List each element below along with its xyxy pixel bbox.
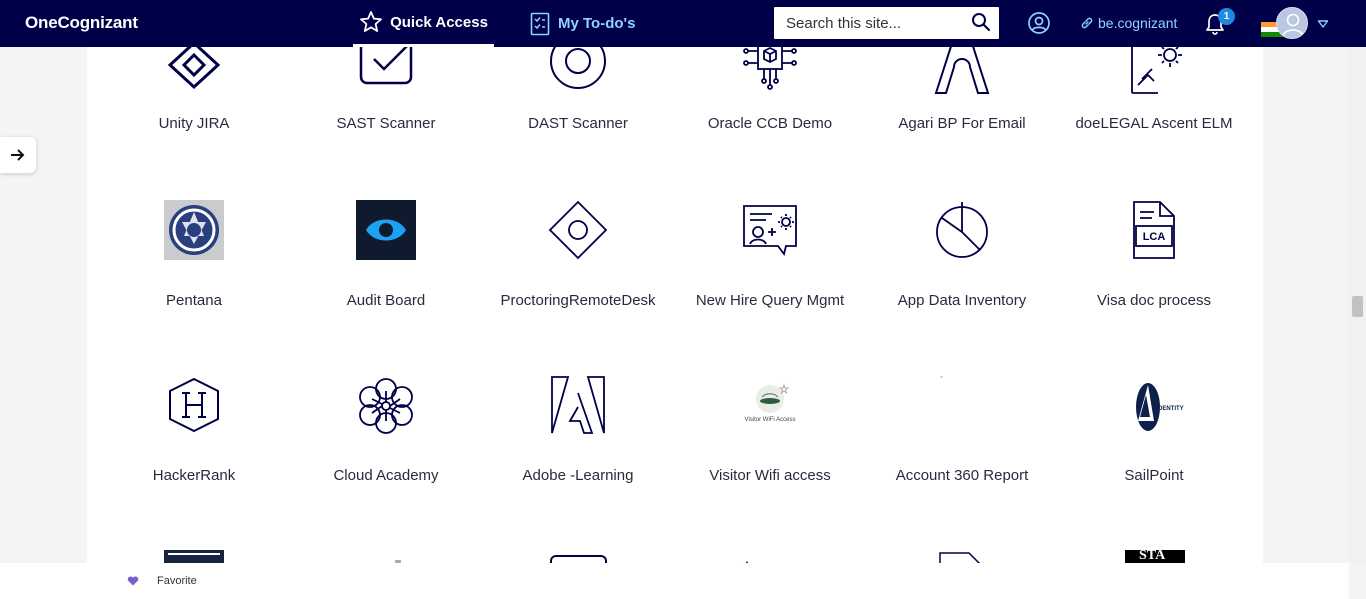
- partial-tile-1[interactable]: [164, 550, 224, 563]
- tile-new-hire-query[interactable]: New Hire Query Mgmt: [674, 200, 866, 320]
- tile-sailpoint[interactable]: IDENTITY SailPoint: [1058, 375, 1250, 495]
- tile-visitor-wifi[interactable]: Visitor WiFi Access Visitor Wifi access: [674, 375, 866, 495]
- circuit-cube-icon: [740, 47, 800, 95]
- search-input[interactable]: [774, 8, 959, 38]
- diamond-icon: [164, 47, 224, 95]
- arch-icon: [932, 47, 992, 95]
- tile-pentana[interactable]: Pentana: [98, 200, 290, 320]
- tile-label: Adobe -Learning: [522, 467, 634, 484]
- tile-label: Agari BP For Email: [898, 115, 1026, 132]
- quick-access-tab[interactable]: Quick Access: [353, 0, 494, 47]
- tile-label: App Data Inventory: [897, 292, 1027, 309]
- scrollbar-thumb[interactable]: [1352, 296, 1363, 317]
- favorite-button[interactable]: Favorite: [127, 575, 197, 587]
- tile-proctoring-remote-desk[interactable]: ProctoringRemoteDesk: [482, 200, 674, 320]
- visitor-wifi-caption: Visitor WiFi Access: [745, 417, 796, 423]
- lca-document-icon: LCA: [1124, 200, 1184, 260]
- tile-label: Cloud Academy: [333, 467, 439, 484]
- checkbox-icon: [356, 47, 416, 95]
- brand-logo[interactable]: OneCognizant: [25, 13, 138, 33]
- tile-label: DAST Scanner: [528, 115, 628, 132]
- sta-text: STA: [1139, 550, 1166, 563]
- tile-app-data-inventory[interactable]: App Data Inventory: [866, 200, 1058, 320]
- favorite-label: Favorite: [157, 575, 197, 587]
- tile-agari-bp[interactable]: Agari BP For Email: [866, 47, 1058, 135]
- diamond-circle-icon: [548, 200, 608, 260]
- tile-label: Unity JIRA: [158, 115, 230, 132]
- pentana-logo: [164, 200, 224, 260]
- tile-label: Account 360 Report: [895, 467, 1029, 484]
- partial-tile-6[interactable]: STA: [1125, 550, 1185, 563]
- partial-tile-3[interactable]: [550, 555, 607, 563]
- tile-label: Oracle CCB Demo: [707, 115, 833, 132]
- heart-icon: [127, 576, 139, 586]
- tile-visa-doc-process[interactable]: LCA Visa doc process: [1058, 200, 1250, 320]
- tile-unity-jira[interactable]: Unity JIRA: [98, 47, 290, 135]
- tile-account-360-report[interactable]: Account 360 Report: [866, 375, 1058, 495]
- tile-sast-scanner[interactable]: SAST Scanner: [290, 47, 482, 135]
- todo-list-icon: [530, 12, 550, 35]
- account-360-icon: [932, 375, 992, 435]
- tile-label: HackerRank: [152, 467, 236, 484]
- notification-badge: 1: [1218, 8, 1235, 25]
- sailpoint-caption: IDENTITY: [1156, 406, 1183, 412]
- my-todos-label: My To-do's: [558, 15, 636, 32]
- tile-dast-scanner[interactable]: DAST Scanner: [482, 47, 674, 135]
- tile-label: New Hire Query Mgmt: [695, 292, 845, 309]
- site-search: [774, 7, 999, 39]
- sailpoint-logo: IDENTITY: [1124, 375, 1184, 435]
- tile-label: SailPoint: [1124, 467, 1184, 484]
- pie-chart-icon: [932, 200, 992, 260]
- tile-label: SAST Scanner: [336, 115, 436, 132]
- be-cognizant-label: be.cognizant: [1098, 15, 1178, 31]
- be-cognizant-link[interactable]: be.cognizant: [1080, 15, 1177, 31]
- quick-access-grid: Unity JIRA SAST Scanner DAST Scanner Ora…: [87, 47, 1263, 563]
- target-icon: [548, 47, 608, 95]
- cloud-academy-icon: [356, 375, 416, 435]
- tile-label: Visitor Wifi access: [709, 467, 831, 484]
- top-navigation-bar: OneCognizant Quick Access My To-do's be.…: [0, 0, 1366, 47]
- tile-cloud-academy[interactable]: Cloud Academy: [290, 375, 482, 495]
- tile-label: Pentana: [166, 292, 222, 309]
- sidebar-expand-button[interactable]: [0, 137, 36, 173]
- tile-adobe-learning[interactable]: Adobe -Learning: [482, 375, 674, 495]
- user-silhouette-icon: [1282, 13, 1304, 37]
- search-icon[interactable]: [971, 12, 991, 32]
- hackerrank-logo: [164, 375, 224, 435]
- tile-oracle-ccb-demo[interactable]: Oracle CCB Demo: [674, 47, 866, 135]
- partial-tile-4[interactable]: [742, 555, 758, 563]
- tile-label: Visa doc process: [1097, 292, 1211, 309]
- tile-label: Audit Board: [346, 292, 426, 309]
- tile-label: ProctoringRemoteDesk: [500, 292, 656, 309]
- quick-access-label: Quick Access: [390, 13, 488, 31]
- arrow-right-icon: [11, 149, 25, 161]
- visitor-wifi-logo: Visitor WiFi Access: [740, 375, 800, 435]
- avatar[interactable]: [1276, 7, 1308, 39]
- adobe-logo: [548, 375, 608, 435]
- chevron-down-icon[interactable]: [1317, 19, 1329, 29]
- new-hire-chat-icon: [740, 200, 800, 260]
- link-icon: [1081, 17, 1093, 29]
- people-search-icon[interactable]: [1027, 11, 1051, 35]
- favorites-bar: [0, 563, 1349, 599]
- star-icon: [360, 11, 382, 32]
- tile-doelegal[interactable]: doeLEGAL Ascent ELM: [1058, 47, 1250, 135]
- lca-text: LCA: [1143, 231, 1166, 243]
- tile-label: doeLEGAL Ascent ELM: [1075, 115, 1233, 132]
- auditboard-logo: [356, 200, 416, 260]
- legal-document-gear-icon: [1124, 47, 1184, 95]
- tile-audit-board[interactable]: Audit Board: [290, 200, 482, 320]
- partial-tile-5[interactable]: [939, 551, 981, 563]
- my-todos-tab[interactable]: My To-do's: [530, 0, 635, 47]
- tile-hackerrank[interactable]: HackerRank: [98, 375, 290, 495]
